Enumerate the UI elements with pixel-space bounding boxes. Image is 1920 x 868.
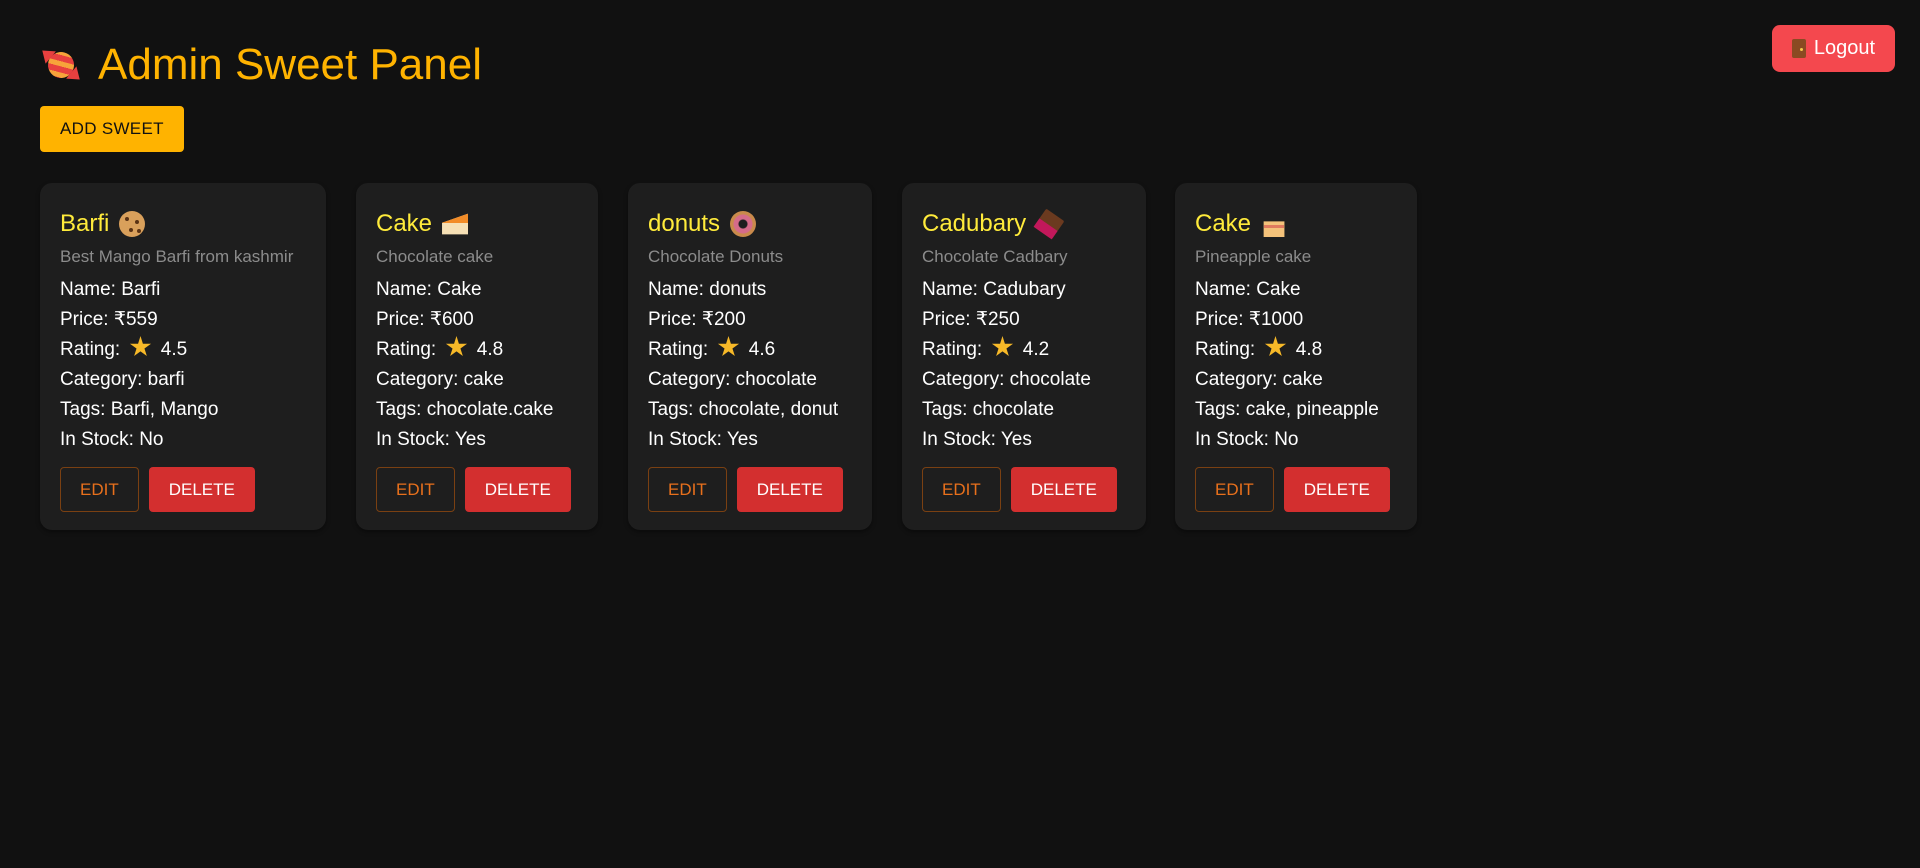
page-header: Admin Sweet Panel: [37, 0, 1880, 92]
cookie-icon: [119, 211, 146, 237]
edit-button[interactable]: EDIT: [648, 467, 727, 512]
field-price: Price: ₹559: [60, 309, 158, 330]
field-in-stock: In Stock: Yes: [922, 429, 1032, 450]
field-tags: Tags: cake, pineapple: [1195, 399, 1379, 420]
delete-button[interactable]: DELETE: [1283, 467, 1390, 512]
card-title: donuts: [648, 209, 852, 239]
edit-button[interactable]: EDIT: [1195, 467, 1274, 512]
card-actions: EDIT DELETE: [1195, 467, 1397, 512]
field-name: Name: Cake: [376, 279, 482, 300]
sweet-card: Barfi Best Mango Barfi from kashmir Name…: [40, 183, 326, 530]
card-title: Cake: [1195, 209, 1397, 239]
field-price: Price: ₹600: [376, 309, 474, 330]
birthday-cake-icon: [1263, 221, 1285, 237]
field-tags: Tags: chocolate: [922, 399, 1055, 420]
sweet-card: donuts Chocolate Donuts Name: donuts Pri…: [628, 183, 872, 530]
sweet-card: Cadubary Chocolate Cadbary Name: Cadubar…: [902, 183, 1146, 530]
field-category: Category: cake: [376, 369, 504, 390]
field-name: Name: Cake: [1195, 279, 1301, 300]
field-category: Category: barfi: [60, 369, 185, 390]
card-title-text: Barfi: [60, 210, 110, 237]
field-tags: Tags: chocolate, donut: [648, 399, 839, 420]
candy-icon: [37, 43, 85, 87]
page-title: Admin Sweet Panel: [98, 40, 482, 89]
field-tags: Tags: Barfi, Mango: [60, 399, 219, 420]
card-title-text: donuts: [648, 210, 721, 237]
field-rating: Rating: 4.8: [1195, 335, 1397, 365]
admin-page: Logout Admin Sweet Panel ADD SWEET Barfi…: [0, 0, 1920, 868]
field-rating: Rating: 4.8: [376, 335, 578, 365]
star-icon: [991, 336, 1014, 357]
field-name: Name: Barfi: [60, 279, 161, 300]
delete-button[interactable]: DELETE: [148, 467, 255, 512]
field-name: Name: Cadubary: [922, 279, 1066, 300]
field-in-stock: In Stock: Yes: [648, 429, 758, 450]
delete-button[interactable]: DELETE: [736, 467, 843, 512]
card-actions: EDIT DELETE: [376, 467, 578, 512]
card-title: Cake: [376, 209, 578, 239]
card-title: Cadubary: [922, 208, 1126, 240]
card-description: Best Mango Barfi from kashmir: [60, 247, 294, 266]
card-actions: EDIT DELETE: [60, 467, 306, 512]
sweet-card: Cake Chocolate cake Name: Cake Price: ₹6…: [356, 183, 598, 530]
card-actions: EDIT DELETE: [648, 467, 852, 512]
field-in-stock: In Stock: No: [60, 429, 164, 450]
star-icon: [1264, 336, 1287, 357]
card-title-text: Cake: [376, 210, 433, 237]
logout-label: Logout: [1813, 37, 1875, 59]
cake-slice-icon: [442, 213, 469, 235]
field-category: Category: chocolate: [648, 369, 817, 390]
field-price: Price: ₹250: [922, 309, 1020, 330]
edit-button[interactable]: EDIT: [376, 467, 455, 512]
card-description: Chocolate cake: [376, 247, 494, 266]
sweet-card: Cake Pineapple cake Name: Cake Price: ₹1…: [1175, 183, 1417, 530]
field-in-stock: In Stock: No: [1195, 429, 1299, 450]
card-title-text: Cadubary: [922, 210, 1027, 237]
card-title-text: Cake: [1195, 210, 1252, 237]
field-category: Category: chocolate: [922, 369, 1091, 390]
edit-button[interactable]: EDIT: [60, 467, 139, 512]
chocolate-icon: [1033, 208, 1065, 240]
add-sweet-button[interactable]: ADD SWEET: [40, 106, 184, 152]
edit-button[interactable]: EDIT: [922, 467, 1001, 512]
field-rating: Rating: 4.6: [648, 335, 852, 365]
card-description: Pineapple cake: [1195, 247, 1312, 266]
field-rating: Rating: 4.5: [60, 335, 306, 365]
card-title: Barfi: [60, 209, 306, 239]
field-name: Name: donuts: [648, 279, 767, 300]
star-icon: [129, 336, 152, 357]
delete-button[interactable]: DELETE: [464, 467, 571, 512]
field-tags: Tags: chocolate.cake: [376, 399, 554, 420]
logout-button[interactable]: Logout: [1771, 25, 1895, 72]
card-description: Chocolate Cadbary: [922, 247, 1068, 266]
card-actions: EDIT DELETE: [922, 467, 1126, 512]
donut-icon: [730, 211, 757, 237]
star-icon: [717, 336, 740, 357]
field-price: Price: ₹200: [648, 309, 746, 330]
field-rating: Rating: 4.2: [922, 335, 1126, 365]
field-in-stock: In Stock: Yes: [376, 429, 486, 450]
field-category: Category: cake: [1195, 369, 1323, 390]
card-description: Chocolate Donuts: [648, 247, 784, 266]
door-icon: [1791, 39, 1806, 58]
field-price: Price: ₹1000: [1195, 309, 1304, 330]
delete-button[interactable]: DELETE: [1010, 467, 1117, 512]
star-icon: [445, 336, 468, 357]
